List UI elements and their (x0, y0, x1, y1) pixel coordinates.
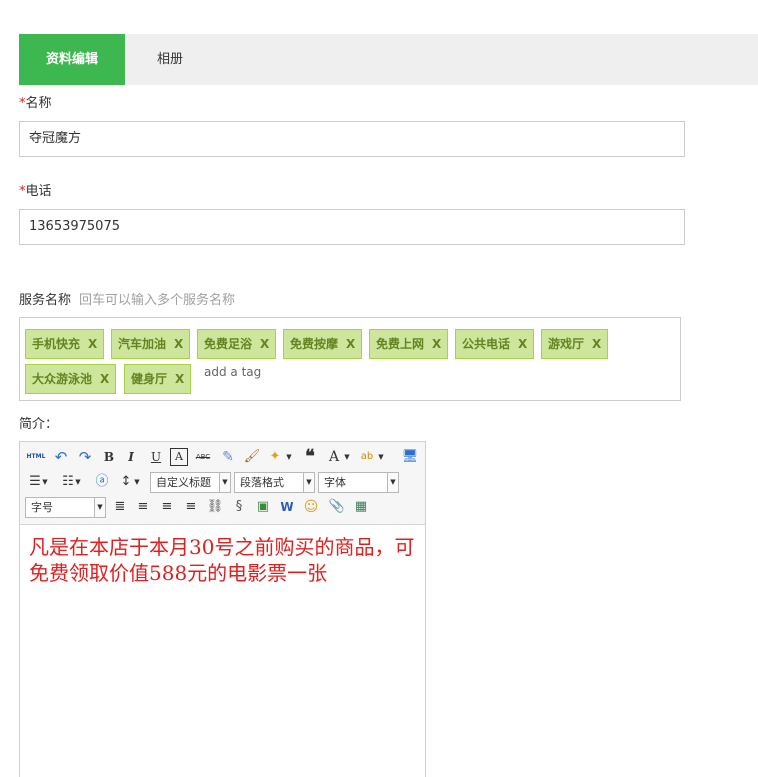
tab-album[interactable]: 相册 (125, 34, 215, 85)
tag-remove-button[interactable]: X (518, 337, 527, 351)
chevron-down-icon[interactable]: ▼ (376, 447, 386, 467)
name-label-text: 名称 (25, 96, 52, 111)
font-size-dropdown-value: 字号 (31, 501, 53, 514)
service-tag-label: 免费上网 (376, 337, 425, 351)
redo-icon[interactable]: ↷ (75, 447, 95, 467)
indent-icon[interactable]: ≣ (110, 497, 130, 517)
direction-icon[interactable]: ⓐ (92, 472, 112, 492)
font-family-dropdown-value: 字体 (324, 476, 346, 489)
chevron-down-icon[interactable]: ▼ (132, 472, 142, 492)
service-tag: 免费按摩 X (283, 329, 363, 359)
tag-remove-button[interactable]: X (592, 337, 601, 351)
service-tag: 汽车加油 X (111, 329, 191, 359)
tab-bar: 资料编辑 相册 (19, 34, 758, 85)
rich-text-editor: HTML ↶ ↷ B I U A ABC ✎ 🖌 ✦ ▼ ❝ A ▼ ab ▼ … (19, 441, 426, 777)
service-tag-label: 游戏厅 (548, 337, 585, 351)
service-tag: 免费上网 X (369, 329, 449, 359)
service-tag: 手机快充 X (25, 329, 105, 359)
strikethrough-icon[interactable]: ABC (193, 447, 213, 467)
service-tag-label: 大众游泳池 (32, 372, 93, 386)
font-size-dropdown[interactable]: 字号 ▼ (25, 497, 106, 518)
service-tag-label: 汽车加油 (118, 337, 167, 351)
service-tag: 健身厅 X (124, 364, 192, 394)
word-image-icon[interactable]: W (277, 497, 297, 517)
chevron-down-icon[interactable]: ▼ (284, 447, 294, 467)
html-source-button[interactable]: HTML (25, 447, 47, 467)
italic-icon[interactable]: I (121, 447, 141, 467)
service-tag: 大众游泳池 X (25, 364, 117, 394)
underline-icon[interactable]: U (146, 447, 166, 467)
heading-dropdown-value: 自定义标题 (156, 476, 211, 489)
emoticon-icon[interactable]: ☺ (301, 497, 321, 517)
phone-input[interactable]: 13653975075 (19, 209, 685, 245)
chevron-down-icon: ▼ (94, 498, 105, 517)
tag-remove-button[interactable]: X (174, 337, 183, 351)
chevron-down-icon: ▼ (219, 473, 230, 492)
paragraph-format-dropdown[interactable]: 段落格式 ▼ (234, 472, 315, 493)
editor-toolbar: HTML ↶ ↷ B I U A ABC ✎ 🖌 ✦ ▼ ❝ A ▼ ab ▼ … (20, 442, 425, 525)
tag-remove-button[interactable]: X (100, 372, 109, 386)
undo-icon[interactable]: ↶ (51, 447, 71, 467)
services-hint: 回车可以输入多个服务名称 (79, 293, 236, 308)
service-tag-label: 免费足浴 (204, 337, 253, 351)
attachment-icon[interactable]: 📎 (327, 497, 347, 517)
preview-monitor-icon[interactable]: 🖥 (400, 447, 420, 467)
service-tag: 游戏厅 X (541, 329, 609, 359)
gallery-icon[interactable]: ▦ (351, 497, 371, 517)
chevron-down-icon[interactable]: ▼ (40, 472, 50, 492)
unlink-icon[interactable]: § (229, 497, 249, 517)
service-tag: 公共电话 X (455, 329, 535, 359)
tag-remove-button[interactable]: X (260, 337, 269, 351)
phone-label-text: 电话 (25, 184, 52, 199)
editor-content[interactable]: 凡是在本店于本月30号之前购买的商品，可免费领取价值588元的电影票一张 (29, 534, 419, 586)
service-tag: 免费足浴 X (197, 329, 277, 359)
service-tag-label: 免费按摩 (290, 337, 339, 351)
tab-profile-edit[interactable]: 资料编辑 (19, 34, 125, 85)
chevron-down-icon: ▼ (303, 473, 314, 492)
name-label: *名称 (19, 92, 52, 111)
service-tag-label: 公共电话 (462, 337, 511, 351)
phone-label: *电话 (19, 180, 52, 199)
chevron-down-icon: ▼ (387, 473, 398, 492)
tag-remove-button[interactable]: X (175, 372, 184, 386)
align-center-icon[interactable]: ≡ (157, 497, 177, 517)
link-icon[interactable]: ⛓ (205, 497, 225, 517)
service-tag-label: 手机快充 (32, 337, 81, 351)
bold-icon[interactable]: B (99, 447, 119, 467)
paragraph-dropdown-value: 段落格式 (240, 476, 284, 489)
tag-remove-button[interactable]: X (432, 337, 441, 351)
highlight-color-icon[interactable]: ab (357, 447, 377, 467)
eraser-icon[interactable]: ✎ (218, 447, 238, 467)
font-border-icon[interactable]: A (170, 448, 188, 466)
chevron-down-icon[interactable]: ▼ (73, 472, 83, 492)
service-tag-label: 健身厅 (131, 372, 168, 386)
intro-label: 简介： (19, 417, 59, 432)
insert-image-icon[interactable]: ▣ (253, 497, 273, 517)
services-tag-input[interactable]: 手机快充 X 汽车加油 X 免费足浴 X 免费按摩 X 免费上网 X 公共电话 X 游戏厅 X… (19, 317, 681, 401)
font-color-icon[interactable]: A (324, 447, 344, 467)
name-input[interactable]: 夺冠魔方 (19, 121, 685, 157)
heading-dropdown[interactable]: 自定义标题 ▼ (150, 472, 231, 493)
align-right-icon[interactable]: ≡ (181, 497, 201, 517)
align-left-icon[interactable]: ≡ (133, 497, 153, 517)
blockquote-icon[interactable]: ❝ (300, 447, 320, 467)
format-painter-icon[interactable]: 🖌 (242, 447, 262, 467)
services-label-text: 服务名称 (19, 293, 72, 308)
font-family-dropdown[interactable]: 字体 ▼ (318, 472, 399, 493)
chevron-down-icon[interactable]: ▼ (342, 447, 352, 467)
tag-remove-button[interactable]: X (346, 337, 355, 351)
tag-remove-button[interactable]: X (88, 337, 97, 351)
auto-format-icon[interactable]: ✦ (265, 447, 285, 467)
services-label: 服务名称 回车可以输入多个服务名称 (19, 289, 235, 308)
add-tag-input[interactable]: add a tag (204, 365, 261, 379)
